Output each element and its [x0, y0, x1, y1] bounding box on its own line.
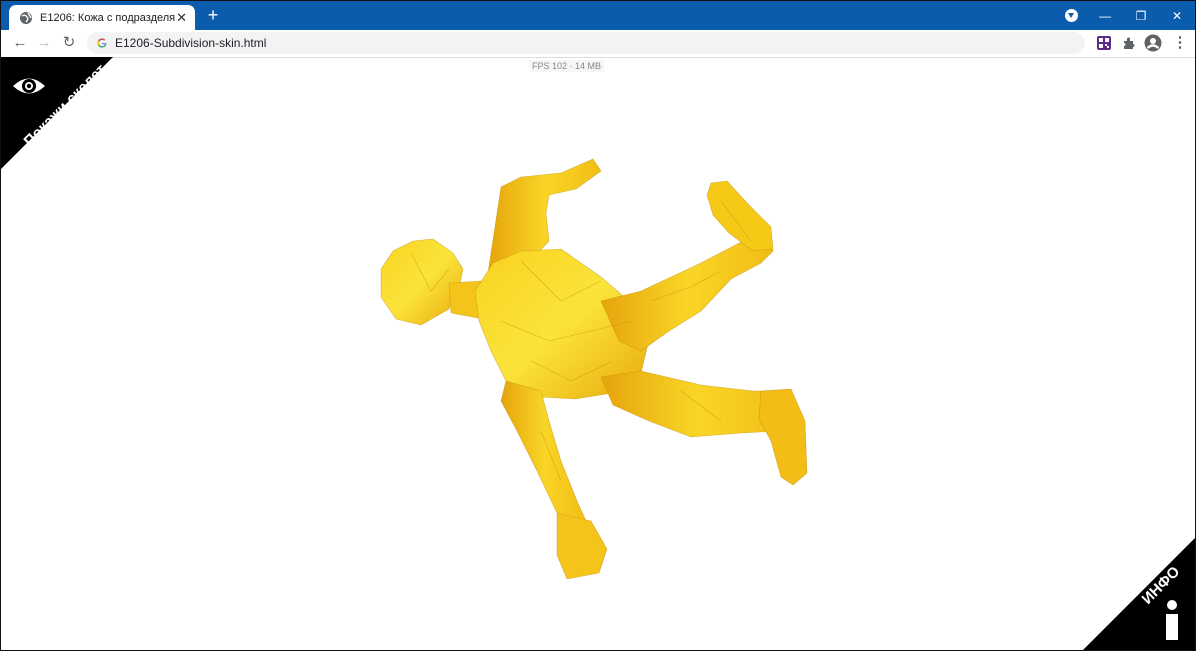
tab-title: E1206: Кожа с подразделяне — [40, 11, 175, 24]
url-text: E1206-Subdivision-skin.html — [115, 36, 267, 50]
subdivision-skin-figure[interactable] — [1, 57, 1195, 650]
forward-icon[interactable]: → — [34, 33, 54, 53]
browser-window: E1206: Кожа с подразделяне ✕ + — ❐ ✕ ← →… — [0, 0, 1196, 651]
new-tab-button[interactable]: + — [204, 6, 222, 24]
back-icon[interactable]: ← — [10, 33, 30, 53]
globe-icon — [20, 11, 32, 24]
maximize-button[interactable]: ❐ — [1123, 1, 1159, 30]
menu-icon[interactable]: ⋮ — [1170, 33, 1190, 53]
title-bar: E1206: Кожа с подразделяне ✕ + — ❐ ✕ — [1, 1, 1195, 30]
browser-toolbar: ← → ↻ E1206-Subdivision-skin.html ⋮ — [1, 30, 1195, 58]
extension-icon[interactable] — [1121, 35, 1137, 51]
reload-icon[interactable]: ↻ — [59, 33, 79, 53]
tab-search-icon[interactable] — [1065, 9, 1078, 22]
minimize-button[interactable]: — — [1087, 1, 1123, 30]
google-icon — [97, 38, 107, 48]
profile-icon[interactable] — [1144, 34, 1162, 52]
address-bar[interactable]: E1206-Subdivision-skin.html — [87, 32, 1085, 54]
close-window-button[interactable]: ✕ — [1159, 1, 1195, 30]
tab-close-icon[interactable]: ✕ — [176, 10, 187, 26]
browser-tab[interactable]: E1206: Кожа с подразделяне ✕ — [9, 5, 195, 30]
extension-qr-icon[interactable] — [1096, 35, 1112, 51]
